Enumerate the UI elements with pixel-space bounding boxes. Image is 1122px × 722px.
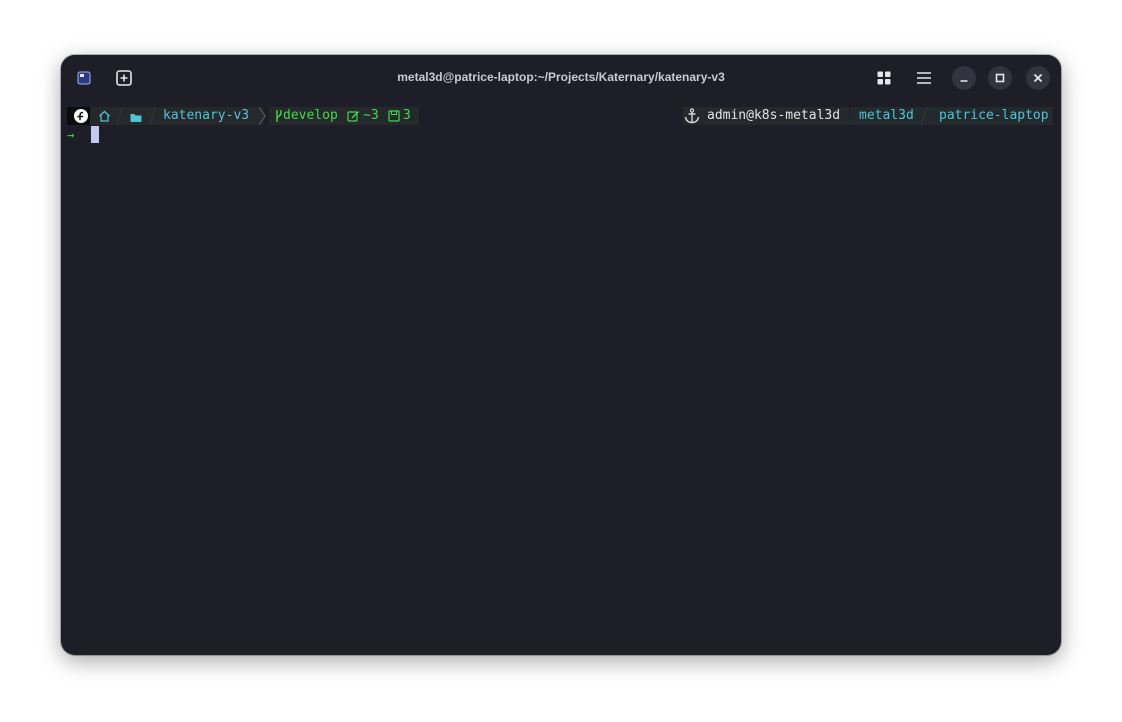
text-cursor [91, 126, 99, 143]
close-button[interactable] [1026, 66, 1050, 90]
git-stash-count: 3 [403, 108, 411, 123]
git-modified-count: ~3 [363, 108, 379, 123]
current-directory: katenary-v3 [163, 108, 250, 123]
fedora-icon [73, 108, 89, 126]
edit-icon [347, 110, 360, 128]
minimize-icon [960, 80, 968, 82]
new-tab-button[interactable] [112, 66, 136, 90]
menu-button[interactable] [912, 66, 936, 90]
prompt-user: metal3d [859, 108, 914, 123]
window-title: metal3d@patrice-laptop:~/Projects/Katern… [397, 70, 725, 84]
git-branch-icon [275, 109, 283, 127]
anchor-icon [683, 108, 701, 126]
terminal-area[interactable]: katenary-v3 develop ~3 3 admin@k8s-metal… [61, 101, 1061, 655]
maximize-button[interactable] [988, 66, 1012, 90]
terminal-app-icon[interactable] [72, 66, 96, 90]
minimize-button[interactable] [952, 66, 976, 90]
save-icon [388, 110, 400, 128]
git-branch-name: develop [283, 108, 338, 123]
titlebar[interactable]: metal3d@patrice-laptop:~/Projects/Katern… [61, 55, 1061, 101]
close-icon [1033, 73, 1043, 83]
home-icon [98, 110, 111, 128]
maximize-icon [995, 73, 1005, 83]
prompt-host: patrice-laptop [939, 108, 1049, 123]
view-toggle-button[interactable] [872, 66, 896, 90]
k8s-context: admin@k8s-metal3d [707, 108, 841, 123]
plus-square-icon [116, 70, 132, 86]
terminal-window: metal3d@patrice-laptop:~/Projects/Katern… [61, 55, 1061, 655]
grid-icon [877, 71, 891, 85]
folder-icon [130, 111, 142, 129]
prompt-line: katenary-v3 develop ~3 3 admin@k8s-metal… [67, 107, 1053, 128]
prompt-arrow-icon: → [67, 128, 75, 142]
hamburger-menu-icon [917, 72, 931, 84]
